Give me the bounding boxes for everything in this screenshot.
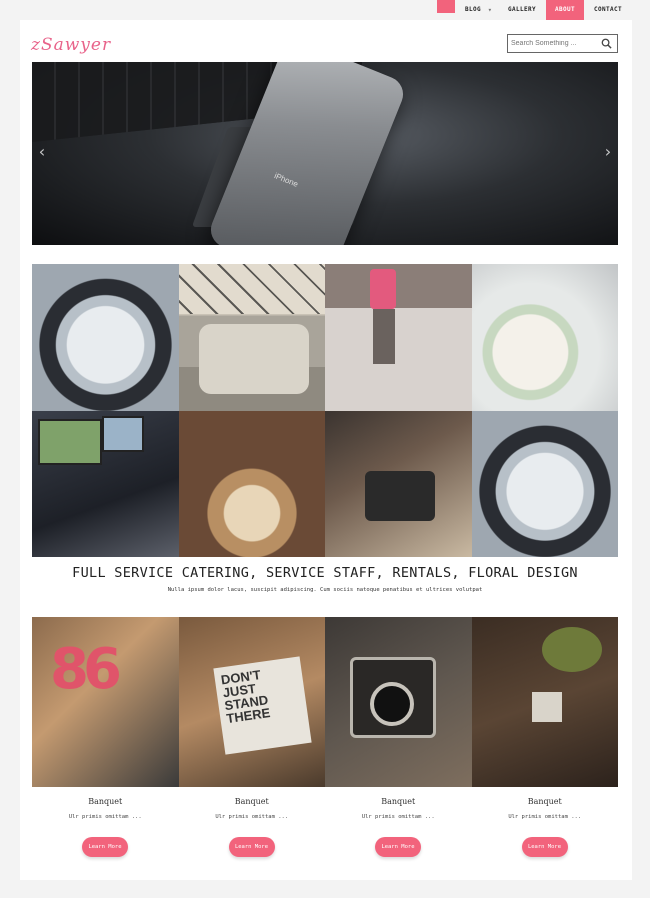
service-card: Banquet Ulr primis omittam ... Learn Mor…	[178, 617, 325, 867]
nav-item-blog[interactable]: BLOG	[458, 0, 488, 20]
card-title: Banquet	[88, 797, 123, 806]
gallery-image-table-setting[interactable]	[178, 410, 325, 557]
card-image-design[interactable]	[32, 617, 179, 787]
nav-accent-block	[437, 0, 455, 13]
card-text: Ulr primis omittam ...	[508, 814, 582, 820]
service-cards: Banquet Ulr primis omittam ... Learn Mor…	[32, 617, 618, 867]
learn-more-button[interactable]: Learn More	[521, 837, 568, 857]
gallery-image-sofa[interactable]	[178, 264, 325, 411]
chevron-right-icon[interactable]: ›	[602, 144, 614, 160]
section-heading: FULL SERVICE CATERING, SERVICE STAFF, RE…	[72, 565, 578, 581]
card-title: Banquet	[234, 797, 269, 806]
card-image-book[interactable]	[178, 617, 325, 787]
card-title: Banquet	[381, 797, 416, 806]
nav-item-gallery[interactable]: GALLERY	[500, 0, 544, 20]
photo-gallery	[32, 264, 618, 557]
gallery-image-studio-desk[interactable]	[32, 410, 179, 557]
gallery-image-terrarium[interactable]	[471, 264, 618, 411]
card-image-food[interactable]	[471, 617, 618, 787]
card-text: Ulr primis omittam ...	[68, 814, 142, 820]
site-logo[interactable]: zSawyer	[31, 35, 111, 55]
search-input[interactable]	[511, 37, 596, 50]
card-text: Ulr primis omittam ...	[361, 814, 435, 820]
gallery-image-camera-hands[interactable]	[325, 410, 472, 557]
page-container: zSawyer iPhone ‹ › FULL SERVICE CATERING…	[20, 20, 632, 880]
chevron-down-icon[interactable]: ▾	[486, 0, 494, 20]
phone-label: iPhone	[272, 171, 300, 189]
card-image-camera[interactable]	[325, 617, 472, 787]
card-title: Banquet	[527, 797, 562, 806]
search-box[interactable]	[507, 34, 618, 53]
section-subheading: Nulla ipsum dolor lacus, suscipit adipis…	[167, 587, 483, 593]
hero-slider[interactable]: iPhone ‹ ›	[32, 62, 618, 245]
service-card: Banquet Ulr primis omittam ... Learn Mor…	[32, 617, 179, 867]
search-icon[interactable]	[601, 38, 612, 49]
gallery-image-runway[interactable]	[325, 264, 472, 411]
card-text: Ulr primis omittam ...	[215, 814, 289, 820]
learn-more-button[interactable]: Learn More	[228, 837, 275, 857]
nav-item-about[interactable]: ABOUT	[546, 0, 584, 20]
gallery-image-champagne-ice[interactable]	[32, 264, 179, 411]
service-card: Banquet Ulr primis omittam ... Learn Mor…	[471, 617, 618, 867]
nav-item-contact[interactable]: CONTACT	[586, 0, 630, 20]
service-card: Banquet Ulr primis omittam ... Learn Mor…	[325, 617, 472, 867]
gallery-image-champagne-ice-2[interactable]	[471, 410, 618, 557]
chevron-left-icon[interactable]: ‹	[36, 144, 48, 160]
apple-logo-icon	[302, 105, 337, 143]
top-navigation: BLOG ▾ GALLERY ABOUT CONTACT	[0, 0, 650, 20]
learn-more-button[interactable]: Learn More	[82, 837, 128, 857]
learn-more-button[interactable]: Learn More	[375, 837, 421, 857]
